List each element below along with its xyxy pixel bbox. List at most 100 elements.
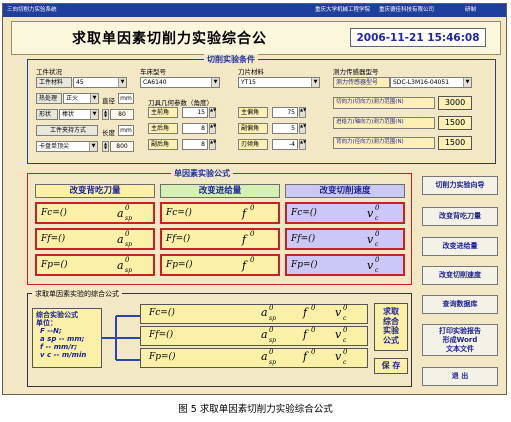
sidebar-button[interactable]: 退 出 — [422, 367, 498, 386]
angle-spinner[interactable]: ▲▼ — [209, 139, 216, 150]
diameter-input[interactable]: 80 — [110, 109, 134, 120]
factor-subscript: sp — [125, 241, 132, 248]
range-value[interactable]: 1500 — [438, 136, 472, 150]
exponent: 0 — [343, 304, 348, 312]
lathe-label: 车床型号 — [140, 68, 166, 76]
factor-symbol: a — [261, 350, 268, 363]
angle-label: 主偏角 — [238, 107, 268, 118]
factor-symbol: f — [242, 233, 247, 246]
units-legend: 综合实验公式 单位： F --N; a sp -- mm; f -- mm/r; v c … — [32, 308, 102, 368]
force-expression: Ff=() — [166, 234, 191, 244]
legend-line: F --N; — [40, 327, 62, 335]
solve-formula-button[interactable]: 求取 综合 实验 公式 — [374, 303, 408, 351]
length-input[interactable]: 800 — [110, 141, 134, 152]
angle-input[interactable]: 5 — [272, 123, 298, 134]
sidebar-button[interactable]: 改变切削速度 — [422, 266, 498, 285]
angle-input[interactable]: 8 — [182, 139, 208, 150]
chevron-down-icon: ▼ — [463, 78, 471, 87]
exponent: 0 — [343, 326, 348, 334]
heat-select[interactable]: 正火 ▼ — [63, 93, 99, 104]
legend-line: v c -- m/min — [40, 351, 87, 359]
single-factor-group: 单因素实验公式 改变背吃刀量 Fc=() a sp 0 Ff=() a sp 0 Fp=() a sp… — [27, 168, 412, 285]
range-value[interactable]: 1500 — [438, 116, 472, 130]
angle-spinner[interactable]: ▲▼ — [209, 107, 216, 118]
factor-subscript: c — [343, 315, 347, 322]
force-expression: Fc=() — [41, 208, 67, 218]
force-expression: Fp=() — [291, 260, 318, 270]
angle-spinner[interactable]: ▲▼ — [209, 123, 216, 134]
length-label: 长度 — [102, 129, 115, 137]
factor-symbol: v — [335, 350, 342, 363]
org-one: 重庆大学机械工程学院 — [315, 7, 371, 13]
angle-input[interactable]: -4 — [272, 139, 298, 150]
chevron-down-icon: ▼ — [211, 78, 219, 87]
sensor-select[interactable]: SDC-L3M16-04051 ▼ — [390, 77, 472, 88]
factor-symbol: f — [303, 350, 308, 363]
exponent: 0 — [311, 304, 316, 312]
lathe-value: CA6140 — [143, 79, 167, 86]
formula-box: Ff=() v c 0 — [285, 228, 405, 250]
tool-select[interactable]: YT15 ▼ — [238, 77, 320, 88]
exponent: 0 — [125, 204, 130, 212]
exponent: 0 — [269, 348, 274, 356]
formula-box: Fc=() f 0 — [160, 202, 280, 224]
sidebar-button[interactable]: 打印实验报告 形成Word 文本文件 — [422, 324, 498, 356]
exponent: 0 — [250, 256, 255, 264]
bracket-connector — [102, 315, 140, 361]
column-header: 改变切削速度 — [285, 184, 405, 198]
angle-input[interactable]: 8 — [182, 123, 208, 134]
lathe-select[interactable]: CA6140 ▼ — [140, 77, 220, 88]
geometry-label: 刀具几何参数（角度） — [148, 99, 213, 107]
force-expression: Ff=() — [291, 234, 316, 244]
material-label: 工件材料 — [36, 77, 72, 88]
sidebar-button[interactable]: 改变背吃刀量 — [422, 207, 498, 226]
tool-label: 刀片材料 — [238, 68, 264, 76]
combined-group: 求取单因素实验的综合公式 综合实验公式 单位： F --N; a sp -- mm; f… — [27, 289, 412, 387]
shape-select[interactable]: 棒状 ▼ — [59, 109, 99, 120]
factor-subscript: sp — [269, 315, 276, 322]
length-spinner[interactable]: ▲ ▼ — [102, 141, 109, 152]
material-select[interactable]: 45 ▼ — [73, 77, 127, 88]
factor-subscript: sp — [125, 267, 132, 274]
save-button[interactable]: 保 存 — [374, 358, 408, 374]
factor-subscript: c — [375, 267, 379, 274]
factor-subscript: c — [343, 337, 347, 344]
angle-spinner[interactable]: ▲▼ — [299, 107, 306, 118]
legend-line: 综合实验公式 — [36, 311, 78, 319]
workpiece-label: 工件状况 — [36, 68, 62, 76]
formula-box: Fc=() v c 0 — [285, 202, 405, 224]
chevron-down-icon: ▼ — [90, 110, 98, 119]
angle-input[interactable]: 15 — [182, 107, 208, 118]
factor-subscript: sp — [269, 337, 276, 344]
clamp-label: 工件夹持方式 — [36, 125, 98, 136]
column-header: 改变进给量 — [160, 184, 280, 198]
factor-symbol: f — [303, 306, 308, 319]
factor-symbol: f — [242, 207, 247, 220]
exponent: 0 — [125, 230, 130, 238]
factor-symbol: a — [117, 233, 124, 246]
force-expression: Fp=() — [41, 260, 68, 270]
angle-input[interactable]: 75 — [272, 107, 298, 118]
angle-spinner[interactable]: ▲▼ — [299, 123, 306, 134]
sensor-label: 测力传感器型号 — [333, 68, 379, 76]
factor-symbol: v — [335, 306, 342, 319]
range-value[interactable]: 3000 — [438, 96, 472, 110]
sidebar-button[interactable]: 切削力实验向导 — [422, 176, 498, 195]
force-expression: Fc=() — [149, 308, 175, 318]
sidebar-button[interactable]: 查询数据库 — [422, 295, 498, 314]
clamp-select[interactable]: 卡盘单顶尖 ▼ — [36, 141, 98, 152]
angle-label: 副偏角 — [238, 123, 268, 134]
force-expression: Ff=() — [41, 234, 66, 244]
factor-symbol: a — [117, 259, 124, 272]
factor-symbol: a — [261, 306, 268, 319]
factor-symbol: a — [261, 328, 268, 341]
diameter-unit: mm — [118, 93, 134, 104]
angle-spinner[interactable]: ▲▼ — [299, 139, 306, 150]
sidebar-button[interactable]: 改变进给量 — [422, 237, 498, 256]
diameter-spinner[interactable]: ▲ ▼ — [102, 109, 109, 120]
combined-formula-box: Ff=() a 0 sp f 0 v 0 c — [140, 326, 368, 346]
org-two: 重庆德佳科技有限公司 — [379, 7, 435, 13]
force-expression: Fp=() — [166, 260, 193, 270]
figure-caption: 图 5 求取单因素切削力实验综合公式 — [178, 404, 333, 415]
factor-subscript: c — [375, 215, 379, 222]
